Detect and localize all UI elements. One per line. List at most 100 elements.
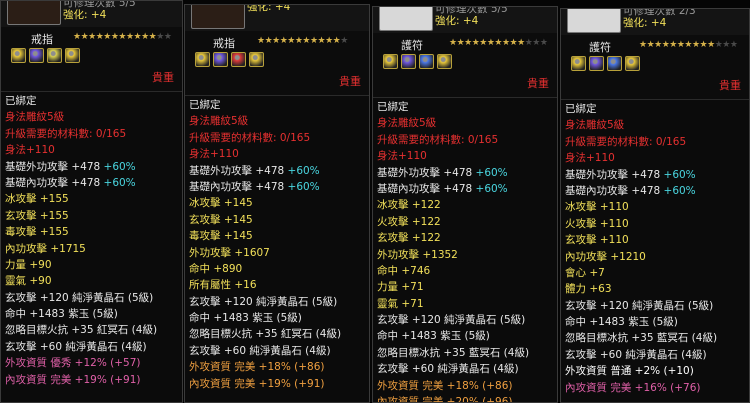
stat-line: 忽略目標冰抗 +35 藍冥石 (4級) xyxy=(377,345,553,361)
stat-line: 毒攻擊 +145 xyxy=(189,228,365,244)
stat-line: 身法雕紋5級 xyxy=(5,109,178,125)
item-header: 戒指 ★★★★★★★★★★★★ 貴重 xyxy=(185,31,369,96)
stat-text: 玄攻擊 +60 純淨黃晶石 (4級) xyxy=(189,344,331,357)
gem-socket-icon[interactable] xyxy=(11,48,26,63)
gem-socket-icon[interactable] xyxy=(607,56,622,71)
stat-line: 內攻資質 完美 +19% (+91) xyxy=(189,376,365,392)
stat-text: 命中 +1483 紫玉 (5級) xyxy=(189,312,302,325)
repair-label: 可修理次數 xyxy=(63,0,116,9)
stat-line: 外攻資質 完美 +18% (+86) xyxy=(189,359,365,375)
item-grade: 貴重 xyxy=(719,79,741,92)
stat-line: 外功攻擊 +1352 xyxy=(377,247,553,263)
stat-line: 靈氣 +90 xyxy=(5,273,178,289)
stat-line: 內功攻擊 +1715 xyxy=(5,241,178,257)
stat-line: 基礎內功攻擊 +478 +60% xyxy=(189,179,365,195)
stat-text: 內攻資質 完美 +19% (+91) xyxy=(189,377,325,390)
repair-count: 可修理次數 5/5 xyxy=(435,7,508,15)
star-off-icons: ★ xyxy=(340,36,348,46)
stat-text: 外攻資質 優秀 +12% (+57) xyxy=(5,357,141,370)
tooltip-panel-3: 可修理次數 5/5 強化: +4 護符 ★★★★★★★★★★★★★ 貴重 已綁定 身法雕紋5… xyxy=(372,6,558,403)
star-on-icons: ★★★★★★★★★★ xyxy=(639,40,715,50)
stat-line: 基礎內功攻擊 +478 +60% xyxy=(377,181,553,197)
stat-line: 忽略目標火抗 +35 紅冥石 (4級) xyxy=(189,326,365,342)
stat-line: 命中 +1483 紫玉 (5級) xyxy=(565,314,745,330)
stat-text: 玄攻擊 +145 xyxy=(189,213,253,226)
stat-text: 身法雕紋5級 xyxy=(565,119,625,132)
stat-line: 會心 +7 xyxy=(565,265,745,281)
stat-line: 忽略目標火抗 +35 紅冥石 (4級) xyxy=(5,322,178,338)
item-thumbnail-icon xyxy=(379,7,433,31)
stat-text: 內功攻擊 +1715 xyxy=(5,242,86,255)
stat-line: 命中 +890 xyxy=(189,261,365,277)
stat-text: 身法+110 xyxy=(189,148,239,161)
stat-line: 忽略目標冰抗 +35 藍冥石 (4級) xyxy=(565,330,745,346)
stat-text: 已綁定 xyxy=(377,101,409,113)
item-grade: 貴重 xyxy=(152,71,174,84)
stat-line: 升級需要的材料數: 0/165 xyxy=(5,126,178,142)
gem-socket-icon[interactable] xyxy=(589,56,604,71)
stat-text: 冰攻擊 +110 xyxy=(565,201,629,214)
stat-text: 忽略目標火抗 +35 紅冥石 (4級) xyxy=(5,324,158,337)
stat-text: 外功攻擊 +1352 xyxy=(377,248,458,261)
stat-line: 基礎外功攻擊 +478 +60% xyxy=(565,167,745,183)
gem-socket-icon[interactable] xyxy=(437,54,452,69)
item-stats: 已綁定 身法雕紋5級 升級需要的材料數: 0/165 身法+110 基礎外功攻擊 +47… xyxy=(189,97,365,392)
stat-line: 內攻資質 完美 +19% (+91) xyxy=(5,372,178,388)
star-rating: ★★★★★★★★★★★★★ xyxy=(449,38,548,48)
stat-line: 冰攻擊 +155 xyxy=(5,191,178,207)
gem-socket-icon[interactable] xyxy=(419,54,434,69)
gem-slots xyxy=(383,54,452,70)
gem-socket-icon[interactable] xyxy=(65,48,80,63)
gem-socket-icon[interactable] xyxy=(571,56,586,71)
stat-line: 命中 +746 xyxy=(377,263,553,279)
upgrade-info: 強化: +4 xyxy=(247,5,290,13)
gem-socket-icon[interactable] xyxy=(401,54,416,69)
stat-line: 身法+110 xyxy=(377,148,553,164)
upgrade-info: 可修理次數 5/5 強化: +4 xyxy=(435,7,508,27)
stat-line: 玄攻擊 +60 純淨黃晶石 (4級) xyxy=(189,343,365,359)
stat-text: 命中 +890 xyxy=(189,262,243,275)
strengthen-level: 強化: +4 xyxy=(623,17,667,29)
stat-text: 內攻資質 完美 +16% (+76) xyxy=(565,381,701,394)
stat-text: 力量 +71 xyxy=(377,281,424,294)
star-off-icons: ★★★ xyxy=(714,40,738,50)
stat-line: 已綁定 xyxy=(565,101,745,117)
stat-text: 基礎內功攻擊 +478 xyxy=(5,176,101,189)
item-thumbnail-icon xyxy=(7,1,61,25)
stat-text: 升級需要的材料數: 0/165 xyxy=(5,127,127,140)
stat-text: 冰攻擊 +155 xyxy=(5,193,69,206)
item-header: 護符 ★★★★★★★★★★★★★ 貴重 xyxy=(373,33,557,98)
stat-line: 已綁定 xyxy=(377,99,553,115)
stat-text: 忽略目標冰抗 +35 藍冥石 (4級) xyxy=(565,332,718,345)
stat-text: 毒攻擊 +145 xyxy=(189,230,253,243)
stat-text: 已綁定 xyxy=(5,95,37,107)
stat-text: 玄攻擊 +120 純淨黃晶石 (5級) xyxy=(565,299,714,312)
gem-socket-icon[interactable] xyxy=(47,48,62,63)
stat-line: 身法雕紋5級 xyxy=(189,113,365,129)
stat-line: 升級需要的材料數: 0/165 xyxy=(189,130,365,146)
gem-socket-icon[interactable] xyxy=(625,56,640,71)
gem-socket-icon[interactable] xyxy=(249,52,264,67)
item-header: 戒指 ★★★★★★★★★★★★★ 貴重 xyxy=(1,27,182,92)
gem-socket-icon[interactable] xyxy=(213,52,228,67)
stat-text: 命中 +746 xyxy=(377,264,431,277)
stat-text: 身法+110 xyxy=(5,144,55,157)
stat-line: 玄攻擊 +155 xyxy=(5,208,178,224)
gem-socket-icon[interactable] xyxy=(195,52,210,67)
stat-line: 身法雕紋5級 xyxy=(565,117,745,133)
gem-socket-icon[interactable] xyxy=(29,48,44,63)
stat-line: 內攻資質 完美 +16% (+76) xyxy=(565,380,745,396)
upgrade-strip: 可修理次數 5/5 強化: +4 xyxy=(1,1,182,28)
stat-line: 外攻資質 普通 +2% (+10) xyxy=(565,363,745,379)
stat-line: 玄攻擊 +120 純淨黃晶石 (5級) xyxy=(5,290,178,306)
upgrade-strip: 可修理次數 5/5 強化: +4 xyxy=(373,7,557,34)
stat-text: 火攻擊 +110 xyxy=(565,217,629,230)
stat-line: 玄攻擊 +120 純淨黃晶石 (5級) xyxy=(377,312,553,328)
stat-line: 已綁定 xyxy=(5,93,178,109)
stat-bonus: +60% xyxy=(660,168,696,181)
stat-bonus: +60% xyxy=(660,184,696,197)
stat-text: 玄攻擊 +155 xyxy=(5,209,69,222)
gem-socket-icon[interactable] xyxy=(383,54,398,69)
stat-text: 升級需要的材料數: 0/165 xyxy=(565,135,687,148)
gem-socket-icon[interactable] xyxy=(231,52,246,67)
